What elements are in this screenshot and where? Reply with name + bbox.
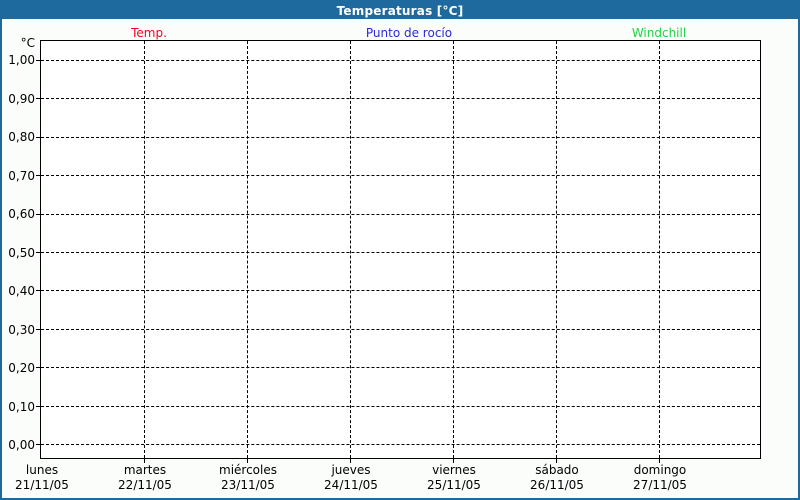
y-tick <box>36 290 40 291</box>
x-day-label: viernes 25/11/05 <box>427 463 481 493</box>
x-day-label: jueves 24/11/05 <box>324 463 378 493</box>
day-date: 23/11/05 <box>221 478 275 492</box>
y-tick <box>36 329 40 330</box>
y-tick <box>36 60 40 61</box>
y-tick <box>36 175 40 176</box>
y-tick-label: 0,10 <box>8 400 35 414</box>
v-gridline <box>144 41 145 458</box>
h-gridline <box>41 367 760 368</box>
day-name: miércoles <box>219 463 277 477</box>
day-date: 24/11/05 <box>324 478 378 492</box>
h-gridline <box>41 252 760 253</box>
y-tick <box>36 406 40 407</box>
legend-item-temp: Temp. <box>131 26 167 40</box>
y-tick <box>36 98 40 99</box>
v-gridline <box>350 41 351 458</box>
v-gridline <box>659 41 660 458</box>
chart-title: Temperaturas [°C] <box>336 3 464 18</box>
h-gridline <box>41 329 760 330</box>
legend-item-punto-de-rocio: Punto de rocío <box>365 26 453 40</box>
day-date: 21/11/05 <box>15 478 69 492</box>
chart-container: Temperaturas [°C] Temp. Punto de rocío W… <box>0 0 800 500</box>
x-day-label: sábado 26/11/05 <box>530 463 584 493</box>
day-name: viernes <box>432 463 476 477</box>
y-tick-label: 0,70 <box>8 169 35 183</box>
y-tick-label: 0,90 <box>8 92 35 106</box>
h-gridline <box>41 214 760 215</box>
x-day-label: miércoles 23/11/05 <box>219 463 277 493</box>
y-tick-label: 0,60 <box>8 207 35 221</box>
v-gridline <box>556 41 557 458</box>
x-day-label: martes 22/11/05 <box>118 463 172 493</box>
y-tick-label: 0,20 <box>8 361 35 375</box>
y-tick-label: 0,50 <box>8 246 35 260</box>
y-tick-label: 0,80 <box>8 130 35 144</box>
x-day-label: lunes 21/11/05 <box>15 463 69 493</box>
day-name: sábado <box>535 463 579 477</box>
day-name: domingo <box>633 463 687 477</box>
y-tick <box>36 137 40 138</box>
y-tick-label: 0,00 <box>8 438 35 452</box>
h-gridline <box>41 444 760 445</box>
y-tick <box>36 252 40 253</box>
day-name: martes <box>123 463 167 477</box>
y-tick <box>36 367 40 368</box>
chart-title-bar: Temperaturas [°C] <box>2 2 798 19</box>
h-gridline <box>41 137 760 138</box>
h-gridline <box>41 60 760 61</box>
legend-item-windchill: Windchill <box>631 26 687 40</box>
h-gridline <box>41 406 760 407</box>
v-gridline <box>453 41 454 458</box>
h-gridline <box>41 98 760 99</box>
y-tick-label: 1,00 <box>8 53 35 67</box>
day-name: jueves <box>331 463 371 477</box>
day-date: 22/11/05 <box>118 478 172 492</box>
day-name: lunes <box>25 463 59 477</box>
y-axis-unit: °C <box>20 36 35 50</box>
day-date: 26/11/05 <box>530 478 584 492</box>
day-date: 25/11/05 <box>427 478 481 492</box>
y-tick-label: 0,30 <box>8 323 35 337</box>
y-tick <box>36 214 40 215</box>
h-gridline <box>41 290 760 291</box>
v-gridline <box>247 41 248 458</box>
plot-area <box>40 40 761 459</box>
y-tick-label: 0,40 <box>8 284 35 298</box>
y-tick <box>36 444 40 445</box>
h-gridline <box>41 175 760 176</box>
day-date: 27/11/05 <box>633 478 687 492</box>
x-day-label: domingo 27/11/05 <box>633 463 687 493</box>
